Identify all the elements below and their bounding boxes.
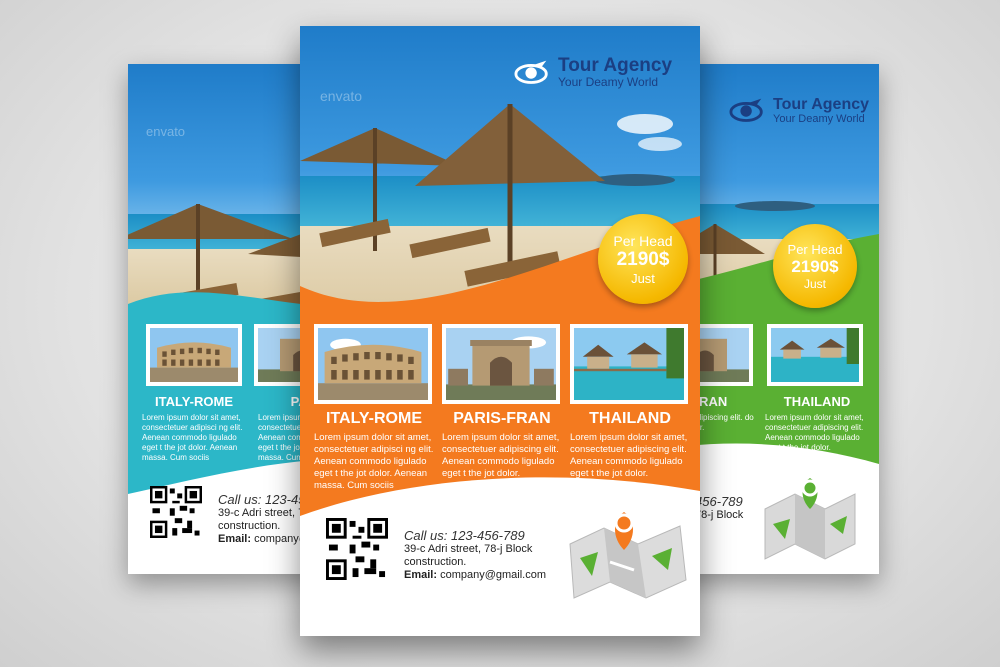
agency-name: Tour Agency [558, 55, 673, 76]
badge-price: 2190$ [791, 256, 839, 276]
agency-tagline: Your Deamy World [773, 113, 865, 125]
qr-code-icon [150, 486, 202, 538]
center-dest-italy: ITALY-ROME Lorem ipsum dolor sit amet, c… [314, 410, 434, 492]
email-label: Email: [218, 533, 252, 545]
agency-name: Tour Agency [773, 96, 870, 113]
right-dest-thailand: THAILAND Lorem ipsum dolor sit amet, con… [765, 394, 869, 453]
dest-title: ITALY-ROME [325, 410, 422, 427]
left-dest-italy: ITALY-ROME Lorem ipsum dolor sit amet, c… [142, 394, 246, 463]
thumb-arch [442, 324, 560, 404]
address-line: construction. [404, 556, 467, 568]
center-dest-paris: PARIS-FRAN Lorem ipsum dolor sit amet, c… [442, 410, 562, 480]
badge-price: 2190$ [616, 248, 670, 270]
agency-logo: Tour Agency Your Deamy World [729, 96, 869, 126]
badge-label: Per Head [613, 232, 673, 249]
call-text: Call us: 123-456-789 [404, 528, 525, 543]
badge-note: Just [803, 276, 826, 291]
dest-desc: Lorem ipsum dolor sit amet, consectetuer… [142, 413, 243, 462]
globe-swoosh-logo-icon [514, 60, 548, 84]
flyer-center-orange: envato Tour Agency Your Deamy World Per … [300, 26, 700, 636]
dest-title: THAILAND [589, 410, 671, 427]
thumb-colosseum [146, 324, 242, 386]
folded-map-icon [569, 512, 687, 599]
center-dest-thailand: THAILAND Lorem ipsum dolor sit amet, con… [570, 410, 690, 480]
email-label: Email: [404, 569, 438, 581]
agency-logo: Tour Agency Your Deamy World [514, 56, 672, 89]
dest-desc: Lorem ipsum dolor sit amet, consectetuer… [765, 413, 864, 452]
globe-swoosh-logo-icon [729, 98, 763, 122]
email-value: company@gmail.com [440, 569, 547, 581]
dest-desc: Lorem ipsum dolor sit amet, consectetuer… [442, 432, 560, 479]
dest-desc: Lorem ipsum dolor sit amet, consectetuer… [570, 432, 688, 479]
folded-map-icon [764, 478, 856, 560]
thumb-colosseum [314, 324, 432, 404]
dest-title: THAILAND [783, 394, 851, 409]
thumb-overwater-villas [767, 324, 863, 386]
badge-label: Per Head [787, 241, 843, 257]
center-contact: Call us: 123-456-789 39-c Adri street, 7… [404, 528, 574, 581]
agency-tagline: Your Deamy World [558, 75, 659, 89]
dest-title: ITALY-ROME [154, 394, 233, 409]
price-badge: Per Head 2190$ Just [773, 224, 857, 308]
badge-note: Just [631, 270, 655, 286]
price-badge: Per Head 2190$ Just [598, 214, 688, 304]
watermark: envato [320, 88, 363, 104]
dest-title: PARIS-FRAN [453, 410, 551, 427]
address-line: 39-c Adri street, 78-j Block [404, 543, 533, 555]
watermark: envato [146, 124, 186, 139]
dest-desc: Lorem ipsum dolor sit amet, consectetuer… [314, 432, 434, 491]
qr-code-icon [326, 518, 388, 580]
thumb-overwater-villas [570, 324, 688, 404]
